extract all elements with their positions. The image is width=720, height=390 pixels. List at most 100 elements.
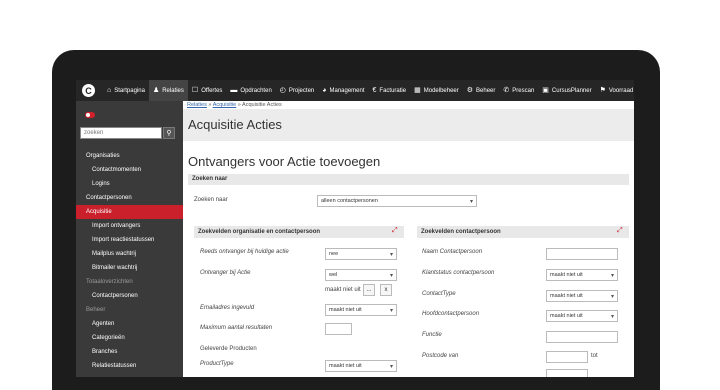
sidebar-item-agenten[interactable]: Agenten bbox=[76, 317, 183, 331]
sidebar-item-contactpersonen[interactable]: Contactpersonen bbox=[76, 289, 183, 303]
nav-label: Relaties bbox=[162, 87, 184, 94]
sidebar-item-organisaties[interactable]: Organisaties bbox=[76, 149, 183, 163]
functie-label: Functie bbox=[422, 332, 442, 338]
nav-icon: ✆ bbox=[503, 87, 510, 94]
sidebar-item-branches[interactable]: Branches bbox=[76, 345, 183, 359]
email-select[interactable]: maakt niet uit bbox=[325, 304, 397, 316]
nav-label: Prescan bbox=[512, 87, 535, 94]
nav-opdrachten[interactable]: ▬ Opdrachten bbox=[226, 80, 275, 101]
naam-contactpersoon-input[interactable] bbox=[546, 248, 618, 260]
hoofdcontactpersoon-label: Hoofdcontactpersoon bbox=[422, 311, 480, 317]
max-resultaten-input[interactable] bbox=[325, 323, 352, 335]
section-title: Ontvangers voor Actie toevoegen bbox=[188, 154, 381, 169]
nav-label: Beheer bbox=[476, 87, 496, 94]
sidebar-item-import-ontvangers[interactable]: Import ontvangers bbox=[76, 219, 183, 233]
naam-contactpersoon-label: Naam Contactpersoon bbox=[422, 249, 483, 255]
nav-label: Opdrachten bbox=[240, 87, 272, 94]
zoeken-band: Zoeken naar bbox=[188, 174, 629, 185]
nav-icon: ▦ bbox=[414, 87, 421, 94]
breadcrumb: Relaties » Acquisitie » Acquisitie Actie… bbox=[187, 102, 282, 108]
nav-offertes[interactable]: ☐ Offertes bbox=[188, 80, 227, 101]
functie-input[interactable] bbox=[546, 331, 618, 343]
sidebar-item-categorie-n[interactable]: Categorieën bbox=[76, 331, 183, 345]
nav-modelbeheer[interactable]: ▦ Modelbeheer bbox=[410, 80, 463, 101]
postcode-tot-label: tot bbox=[591, 353, 598, 359]
search-icon[interactable]: ⚲ bbox=[163, 127, 175, 139]
geleverde-producten-label: Geleverde Producten bbox=[200, 346, 257, 352]
top-navigation: C ⌂ Startpagina ♟ Relaties ☐ Offertes ▬ Opdrach… bbox=[76, 80, 634, 101]
nav-label: Offertes bbox=[201, 87, 223, 94]
sidebar-item-bitmailer-wachtrij[interactable]: Bitmailer wachtrij bbox=[76, 261, 183, 275]
ontvanger-select[interactable]: wel bbox=[325, 269, 397, 281]
nav-icon: ☐ bbox=[191, 87, 199, 94]
nav-label: Modelbeheer bbox=[423, 87, 459, 94]
app-screen: C ⌂ Startpagina ♟ Relaties ☐ Offertes ▬ Opdrach… bbox=[76, 80, 634, 377]
breadcrumb-link-relaties[interactable]: Relaties bbox=[187, 102, 207, 108]
email-label: Emailadres ingevuld bbox=[200, 305, 255, 311]
nav-icon: € bbox=[372, 87, 377, 94]
nav-cursusplanner[interactable]: ▣ CursusPlanner bbox=[538, 80, 595, 101]
nav-icon: ◕ bbox=[322, 87, 327, 94]
postcode-van-input[interactable] bbox=[546, 351, 588, 363]
postcode-tot-input[interactable] bbox=[546, 369, 588, 377]
nav-beheer[interactable]: ⚙ Beheer bbox=[463, 80, 500, 101]
nav-label: CursusPlanner bbox=[551, 87, 592, 94]
right-panel-header: Zoekvelden contactpersoon bbox=[417, 226, 629, 238]
nav-projecten[interactable]: ◴ Projecten bbox=[276, 80, 318, 101]
nav-icon: ▣ bbox=[542, 87, 549, 94]
search-input[interactable]: zoeken bbox=[80, 127, 162, 139]
reeds-label: Reeds ontvanger bij huidige actie bbox=[200, 249, 289, 255]
browse-button[interactable]: ... bbox=[363, 284, 375, 296]
nav-icon: ▬ bbox=[230, 87, 238, 94]
sidebar-item-relatiestatussen[interactable]: Relatiestatussen bbox=[76, 359, 183, 373]
sidebar: zoeken ⚲ Organisaties Contactmomenten Logi… bbox=[76, 101, 183, 377]
nav-icon: ◴ bbox=[279, 87, 286, 94]
nav-management[interactable]: ◕ Management bbox=[318, 80, 368, 101]
reeds-select[interactable]: nee bbox=[325, 248, 397, 260]
nav-relaties[interactable]: ♟ Relaties bbox=[148, 80, 188, 101]
sidebar-item-mailplus-wachtrij[interactable]: Mailplus wachtrij bbox=[76, 247, 183, 261]
nav-facturatie[interactable]: € Facturatie bbox=[369, 80, 411, 101]
maakt-niet-uit-label: maakt niet uit bbox=[325, 287, 361, 293]
producttype-select[interactable]: maakt niet uit bbox=[325, 360, 397, 372]
ontvanger-label: Ontvanger bij Actie bbox=[200, 270, 251, 276]
producttype-label: ProductType bbox=[200, 361, 234, 367]
breadcrumb-link-acquisitie[interactable]: Acquisitie bbox=[213, 102, 237, 108]
sidebar-item-contactmomenten[interactable]: Contactmomenten bbox=[76, 163, 183, 177]
nav-startpagina[interactable]: ⌂ Startpagina bbox=[103, 80, 149, 101]
sidebar-item-totaaloverzichten: Totaaloverzichten bbox=[86, 279, 133, 285]
sidebar-menu: Organisaties Contactmomenten Logins Contact… bbox=[76, 149, 183, 373]
sidebar-item-import-reactiestatussen[interactable]: Import reactiestatussen bbox=[76, 233, 183, 247]
klantstatus-select[interactable]: maakt niet uit bbox=[546, 269, 618, 281]
left-panel-header: Zoekvelden organisatie en contactpersoon bbox=[194, 226, 404, 238]
expand-icon[interactable]: ⤢ bbox=[617, 227, 623, 235]
clear-button[interactable]: x bbox=[380, 284, 392, 296]
breadcrumb-current: Acquisitie Acties bbox=[242, 102, 282, 108]
contacttype-label: ContactType bbox=[422, 291, 456, 297]
klantstatus-label: Klantstatus contactpersoon bbox=[422, 270, 495, 276]
zoeken-naar-select[interactable]: alleen contactpersonen bbox=[317, 195, 477, 207]
nav-icon: ⚙ bbox=[466, 87, 474, 94]
contacttype-select[interactable]: maakt niet uit bbox=[546, 290, 618, 302]
nav-icon: ♟ bbox=[152, 87, 160, 94]
nav-voorraad[interactable]: ⚑ Voorraad bbox=[596, 80, 634, 101]
app-logo[interactable]: C bbox=[82, 84, 95, 97]
expand-icon[interactable]: ⤢ bbox=[392, 227, 398, 235]
zoeken-naar-label: Zoeken naar bbox=[194, 197, 228, 203]
nav-icon: ⌂ bbox=[107, 87, 112, 94]
sidebar-item-logins[interactable]: Logins bbox=[76, 177, 183, 191]
sidebar-item-contactpersonen[interactable]: Contactpersonen bbox=[76, 191, 183, 205]
nav-label: Projecten bbox=[288, 87, 315, 94]
sidebar-item-acquisitie[interactable]: Acquisitie bbox=[76, 205, 183, 219]
max-resultaten-label: Maximum aantal resultaten bbox=[200, 325, 273, 331]
sidebar-toggle[interactable] bbox=[85, 112, 95, 118]
page-title: Acquisitie Acties bbox=[188, 117, 282, 132]
nav-label: Facturatie bbox=[379, 87, 407, 94]
main-content: Relaties » Acquisitie » Acquisitie Actie… bbox=[183, 101, 634, 377]
postcode-label: Postcode van bbox=[422, 353, 459, 359]
sidebar-item-beheer: Beheer bbox=[86, 307, 106, 313]
hoofdcontactpersoon-select[interactable]: maakt niet uit bbox=[546, 310, 618, 322]
nav-label: Management bbox=[329, 87, 365, 94]
nav-icon: ⚑ bbox=[599, 87, 606, 94]
nav-prescan[interactable]: ✆ Prescan bbox=[499, 80, 538, 101]
